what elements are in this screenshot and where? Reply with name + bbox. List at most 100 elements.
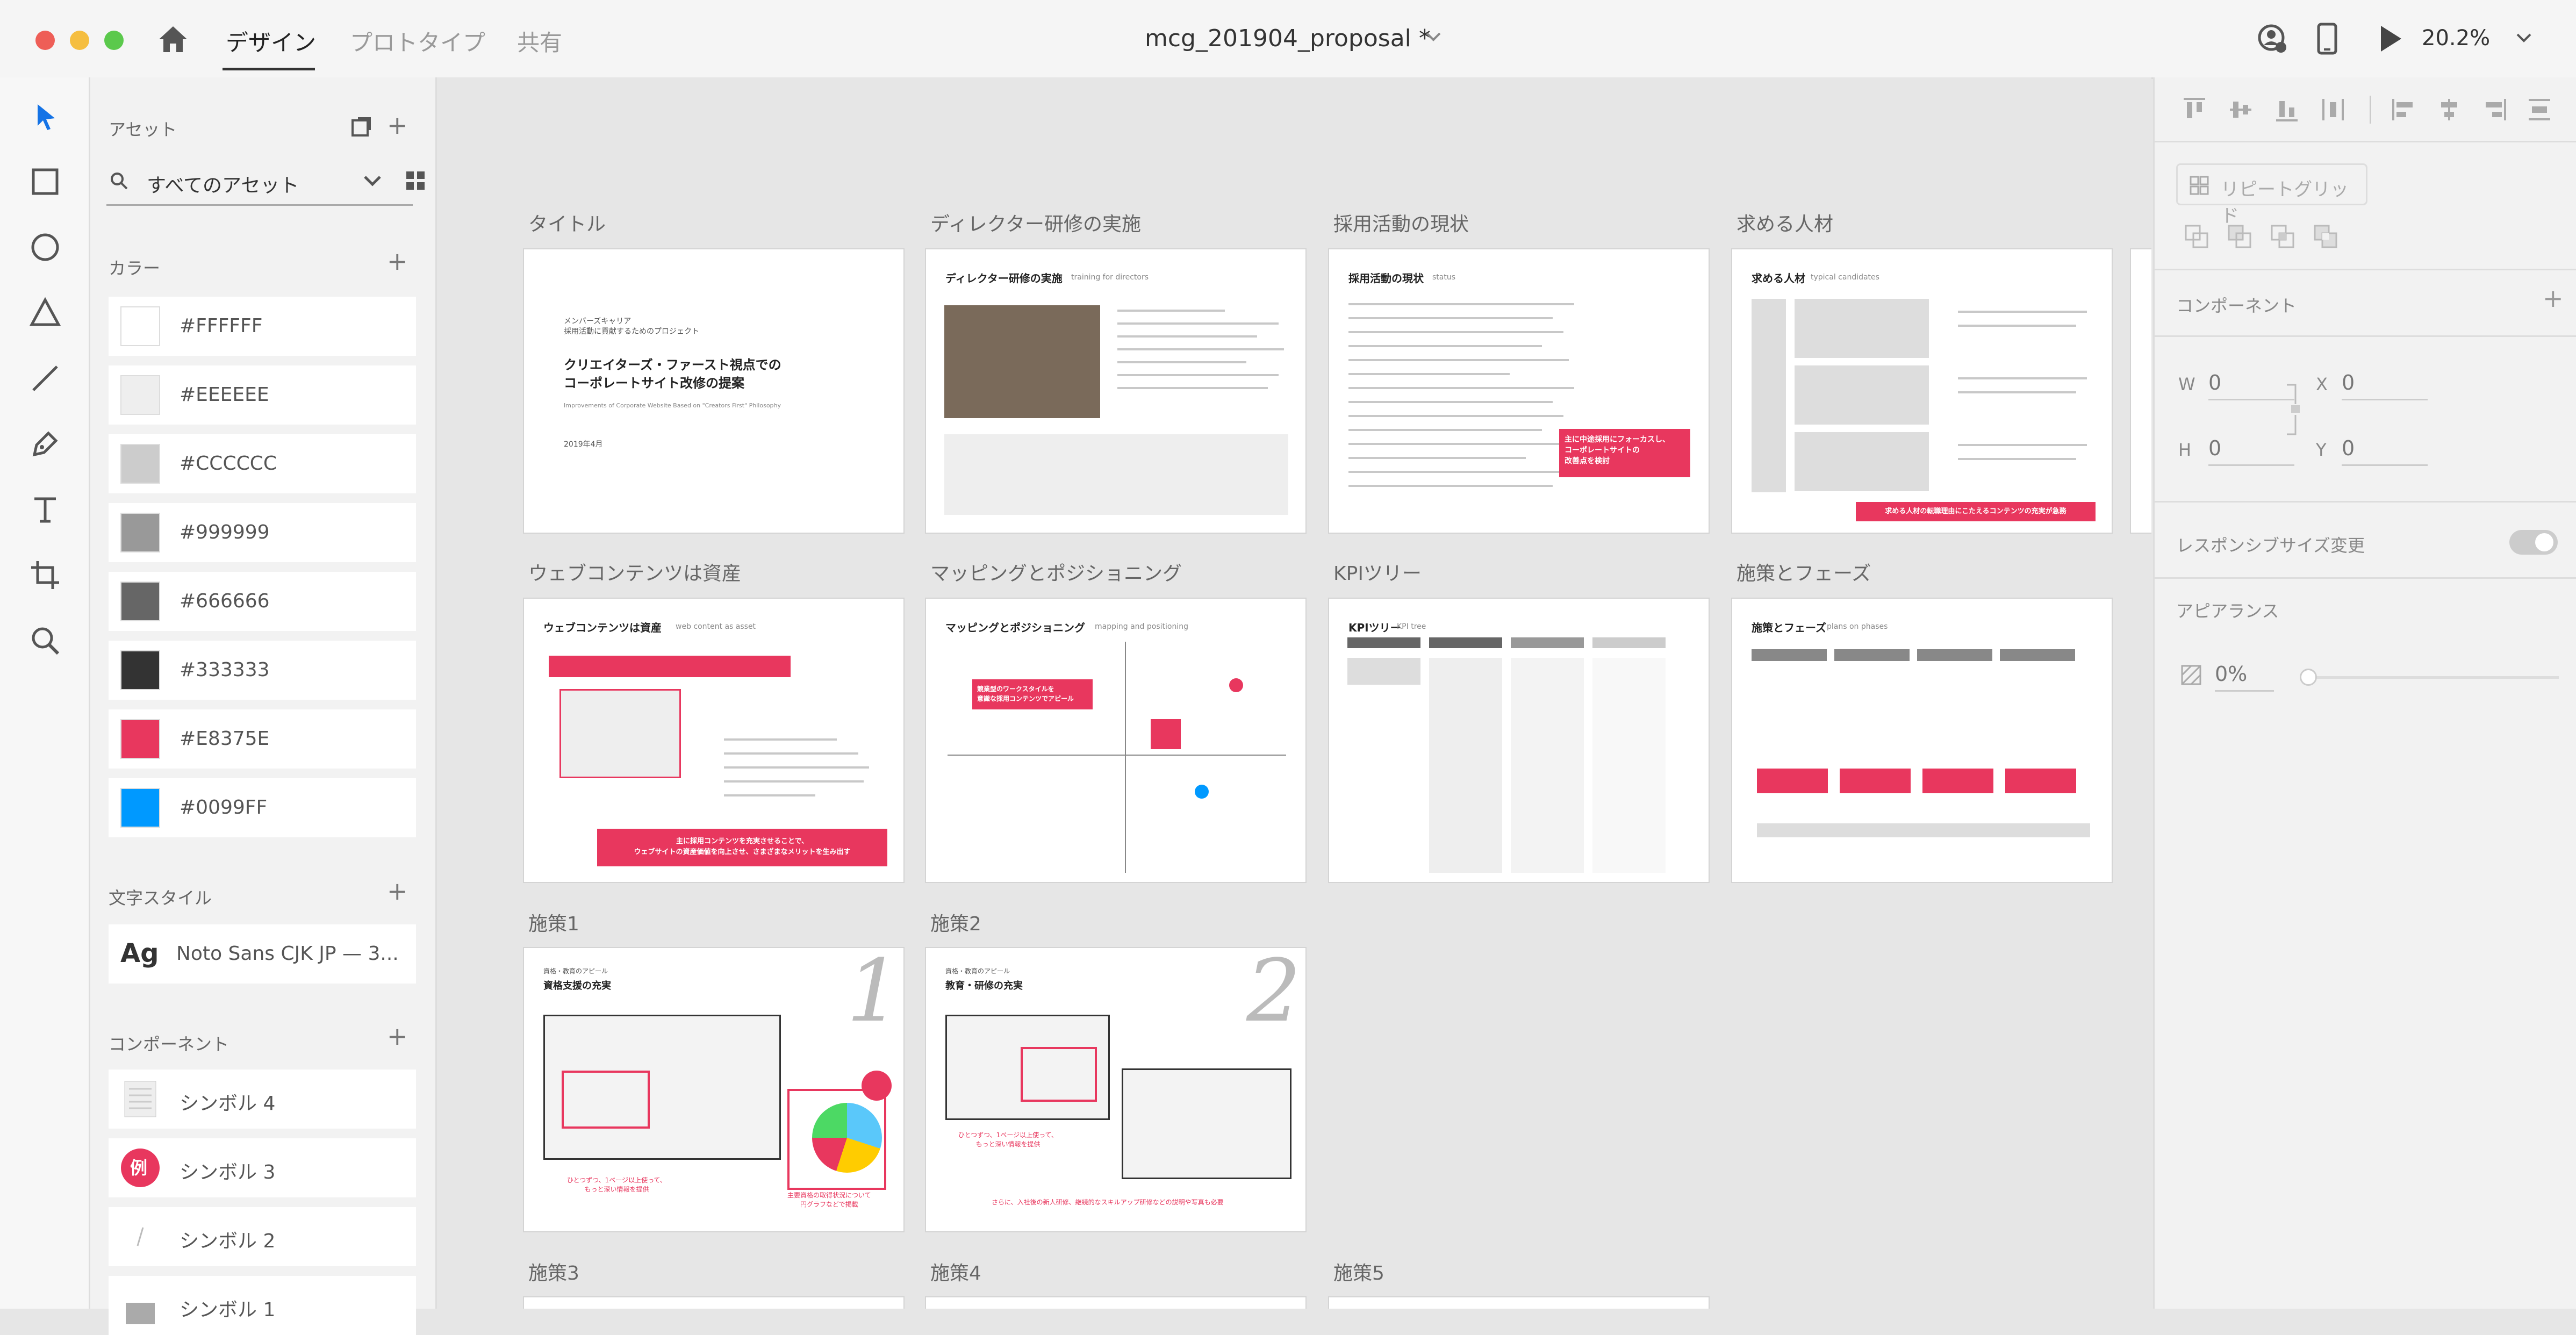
section-divider (2155, 577, 2576, 579)
artboard-label[interactable]: 求める人材 (1737, 209, 1833, 236)
colors-title: カラー (109, 258, 161, 278)
artboard-kpi-tree[interactable]: KPIツリー KPI tree (1329, 599, 1709, 882)
home-icon[interactable] (157, 24, 189, 54)
color-swatch-item[interactable]: #E8375E (109, 709, 416, 769)
artboard-title[interactable]: メンバーズキャリア 採用活動に貢献するためのプロジェクト クリエイターズ・ファー… (524, 249, 903, 533)
artboard-web-content-asset[interactable]: ウェブコンテンツは資産 web content as asset 主に採用コンテ… (524, 599, 903, 882)
zoom-chevron-down-icon[interactable] (2516, 32, 2532, 43)
artboard-label[interactable]: 施策1 (528, 908, 579, 936)
artboard-label[interactable]: 施策5 (1333, 1258, 1384, 1286)
line-tool-icon[interactable] (29, 362, 61, 394)
mobile-preview-icon[interactable] (2316, 23, 2338, 55)
component-item[interactable]: シンボル 2 (109, 1207, 416, 1266)
color-swatch-item[interactable]: #333333 (109, 641, 416, 700)
character-style-item[interactable]: Ag Noto Sans CJK JP — 3... (109, 924, 416, 984)
zoom-tool-icon[interactable] (29, 625, 61, 657)
artboard-recruiting-status[interactable]: 採用活動の現状 status 主に中途採用にフォーカスし、 コーポレートサイトの… (1329, 249, 1709, 533)
align-center-icon[interactable] (2436, 97, 2462, 123)
artboard-plan-5[interactable] (1329, 1297, 1709, 1309)
opacity-input[interactable]: 0% (2215, 662, 2247, 686)
artboard-plan-4[interactable] (926, 1297, 1305, 1309)
responsive-resize-toggle[interactable] (2509, 530, 2558, 555)
pen-tool-icon[interactable] (29, 428, 61, 460)
select-tool-icon[interactable] (29, 100, 61, 132)
artboard-label[interactable]: マッピングとポジショニング (930, 558, 1182, 586)
tab-share[interactable]: 共有 (517, 25, 562, 58)
add-color-button[interactable]: + (387, 247, 408, 276)
tab-design[interactable]: デザイン (226, 25, 316, 58)
artboard-label[interactable]: ディレクター研修の実施 (930, 209, 1141, 236)
artboard-label[interactable]: 施策4 (930, 1258, 981, 1286)
color-swatch-item[interactable]: #EEEEEE (109, 365, 416, 425)
component-item[interactable]: シンボル 1 (109, 1276, 416, 1335)
add-component-button[interactable]: + (387, 1022, 408, 1051)
phase-header (1752, 649, 1827, 661)
boolean-add-icon[interactable] (2184, 224, 2209, 249)
color-swatch-item[interactable]: #999999 (109, 503, 416, 562)
align-bottom-icon[interactable] (2274, 97, 2300, 123)
tab-prototype[interactable]: プロトタイプ (350, 25, 485, 58)
add-component-prop-button[interactable]: + (2543, 284, 2564, 313)
boolean-exclude-icon[interactable] (2313, 224, 2338, 249)
rectangle-tool-icon[interactable] (29, 166, 61, 198)
distribute-horizontal-icon[interactable] (2320, 97, 2346, 123)
artboard-mapping-positioning[interactable]: マッピングとポジショニング mapping and positioning 競業… (926, 599, 1305, 882)
opacity-slider-track[interactable] (2305, 676, 2559, 679)
artboard-label[interactable]: タイトル (528, 209, 606, 236)
repeat-grid-button[interactable]: リピートグリッド (2176, 163, 2367, 227)
chevron-down-icon[interactable] (1425, 31, 1441, 42)
artboard-label[interactable]: 採用活動の現状 (1333, 209, 1469, 236)
artboard-offscreen[interactable] (2131, 249, 2151, 533)
color-swatch-item[interactable]: #CCCCCC (109, 434, 416, 493)
artboard-label[interactable]: 施策3 (528, 1258, 579, 1286)
align-right-icon[interactable] (2481, 97, 2507, 123)
align-top-icon[interactable] (2182, 97, 2207, 123)
zoom-window-button[interactable] (104, 31, 124, 50)
boolean-intersect-icon[interactable] (2270, 224, 2295, 249)
ellipse-tool-icon[interactable] (29, 231, 61, 263)
align-left-icon[interactable] (2391, 97, 2417, 123)
align-middle-icon[interactable] (2228, 97, 2254, 123)
color-swatch-item[interactable]: #FFFFFF (109, 297, 416, 356)
artboard-plan-1[interactable]: 資格・教育のアピール 資格支援の充実 1 ひとつずつ、1ページ以上使って、 もっ… (524, 948, 903, 1231)
artboard-label[interactable]: ウェブコンテンツは資産 (528, 558, 741, 586)
color-swatch-item[interactable]: #666666 (109, 572, 416, 631)
artboard-label[interactable]: KPIツリー (1333, 558, 1422, 586)
artboard-director-training[interactable]: ディレクター研修の実施 training for directors (926, 249, 1305, 533)
opacity-slider-thumb[interactable] (2300, 669, 2317, 686)
lock-aspect-icon[interactable] (2285, 383, 2304, 436)
grid-view-icon[interactable] (405, 170, 426, 191)
component-item[interactable]: 例 シンボル 3 (109, 1138, 416, 1197)
artboard-ideal-candidates[interactable]: 求める人材 typical candidates 求める人材の転職理由にこたえる… (1732, 249, 2112, 533)
artboard-plan-2[interactable]: 資格・教育のアピール 教育・研修の充実 2 ひとつずつ、1ページ以上使って、 も… (926, 948, 1305, 1231)
polygon-tool-icon[interactable] (29, 297, 61, 329)
add-asset-button[interactable]: + (387, 111, 408, 140)
x-input[interactable]: 0 (2342, 371, 2355, 394)
input-underline (2208, 464, 2294, 466)
color-swatch-item[interactable]: #0099FF (109, 778, 416, 837)
add-character-style-button[interactable]: + (387, 877, 408, 906)
design-canvas[interactable]: タイトル メンバーズキャリア 採用活動に貢献するためのプロジェクト クリエイター… (437, 77, 2151, 1309)
artboard-tool-icon[interactable] (29, 559, 61, 591)
document-title[interactable]: mcg_201904_proposal * (1145, 25, 1431, 52)
play-icon[interactable] (2378, 23, 2405, 55)
open-library-icon[interactable] (350, 116, 372, 138)
minimize-window-button[interactable] (70, 31, 89, 50)
distribute-vertical-icon[interactable] (2527, 97, 2552, 123)
candidate-box (1795, 365, 1929, 425)
component-item[interactable]: シンボル 4 (109, 1070, 416, 1129)
artboard-plan-3[interactable] (524, 1297, 903, 1309)
artboard-label[interactable]: 施策とフェーズ (1737, 558, 1871, 586)
user-icon[interactable] (2256, 23, 2288, 55)
width-input[interactable]: 0 (2208, 371, 2221, 394)
y-input[interactable]: 0 (2342, 436, 2355, 460)
zoom-level[interactable]: 20.2% (2422, 26, 2490, 51)
boolean-subtract-icon[interactable] (2227, 224, 2252, 249)
close-window-button[interactable] (35, 31, 55, 50)
artboard-label[interactable]: 施策2 (930, 908, 981, 936)
height-input[interactable]: 0 (2208, 436, 2221, 460)
chevron-down-icon[interactable] (363, 175, 382, 186)
x-label: X (2316, 374, 2328, 394)
artboard-plans-phases[interactable]: 施策とフェーズ plans on phases (1732, 599, 2112, 882)
text-tool-icon[interactable] (29, 493, 61, 526)
